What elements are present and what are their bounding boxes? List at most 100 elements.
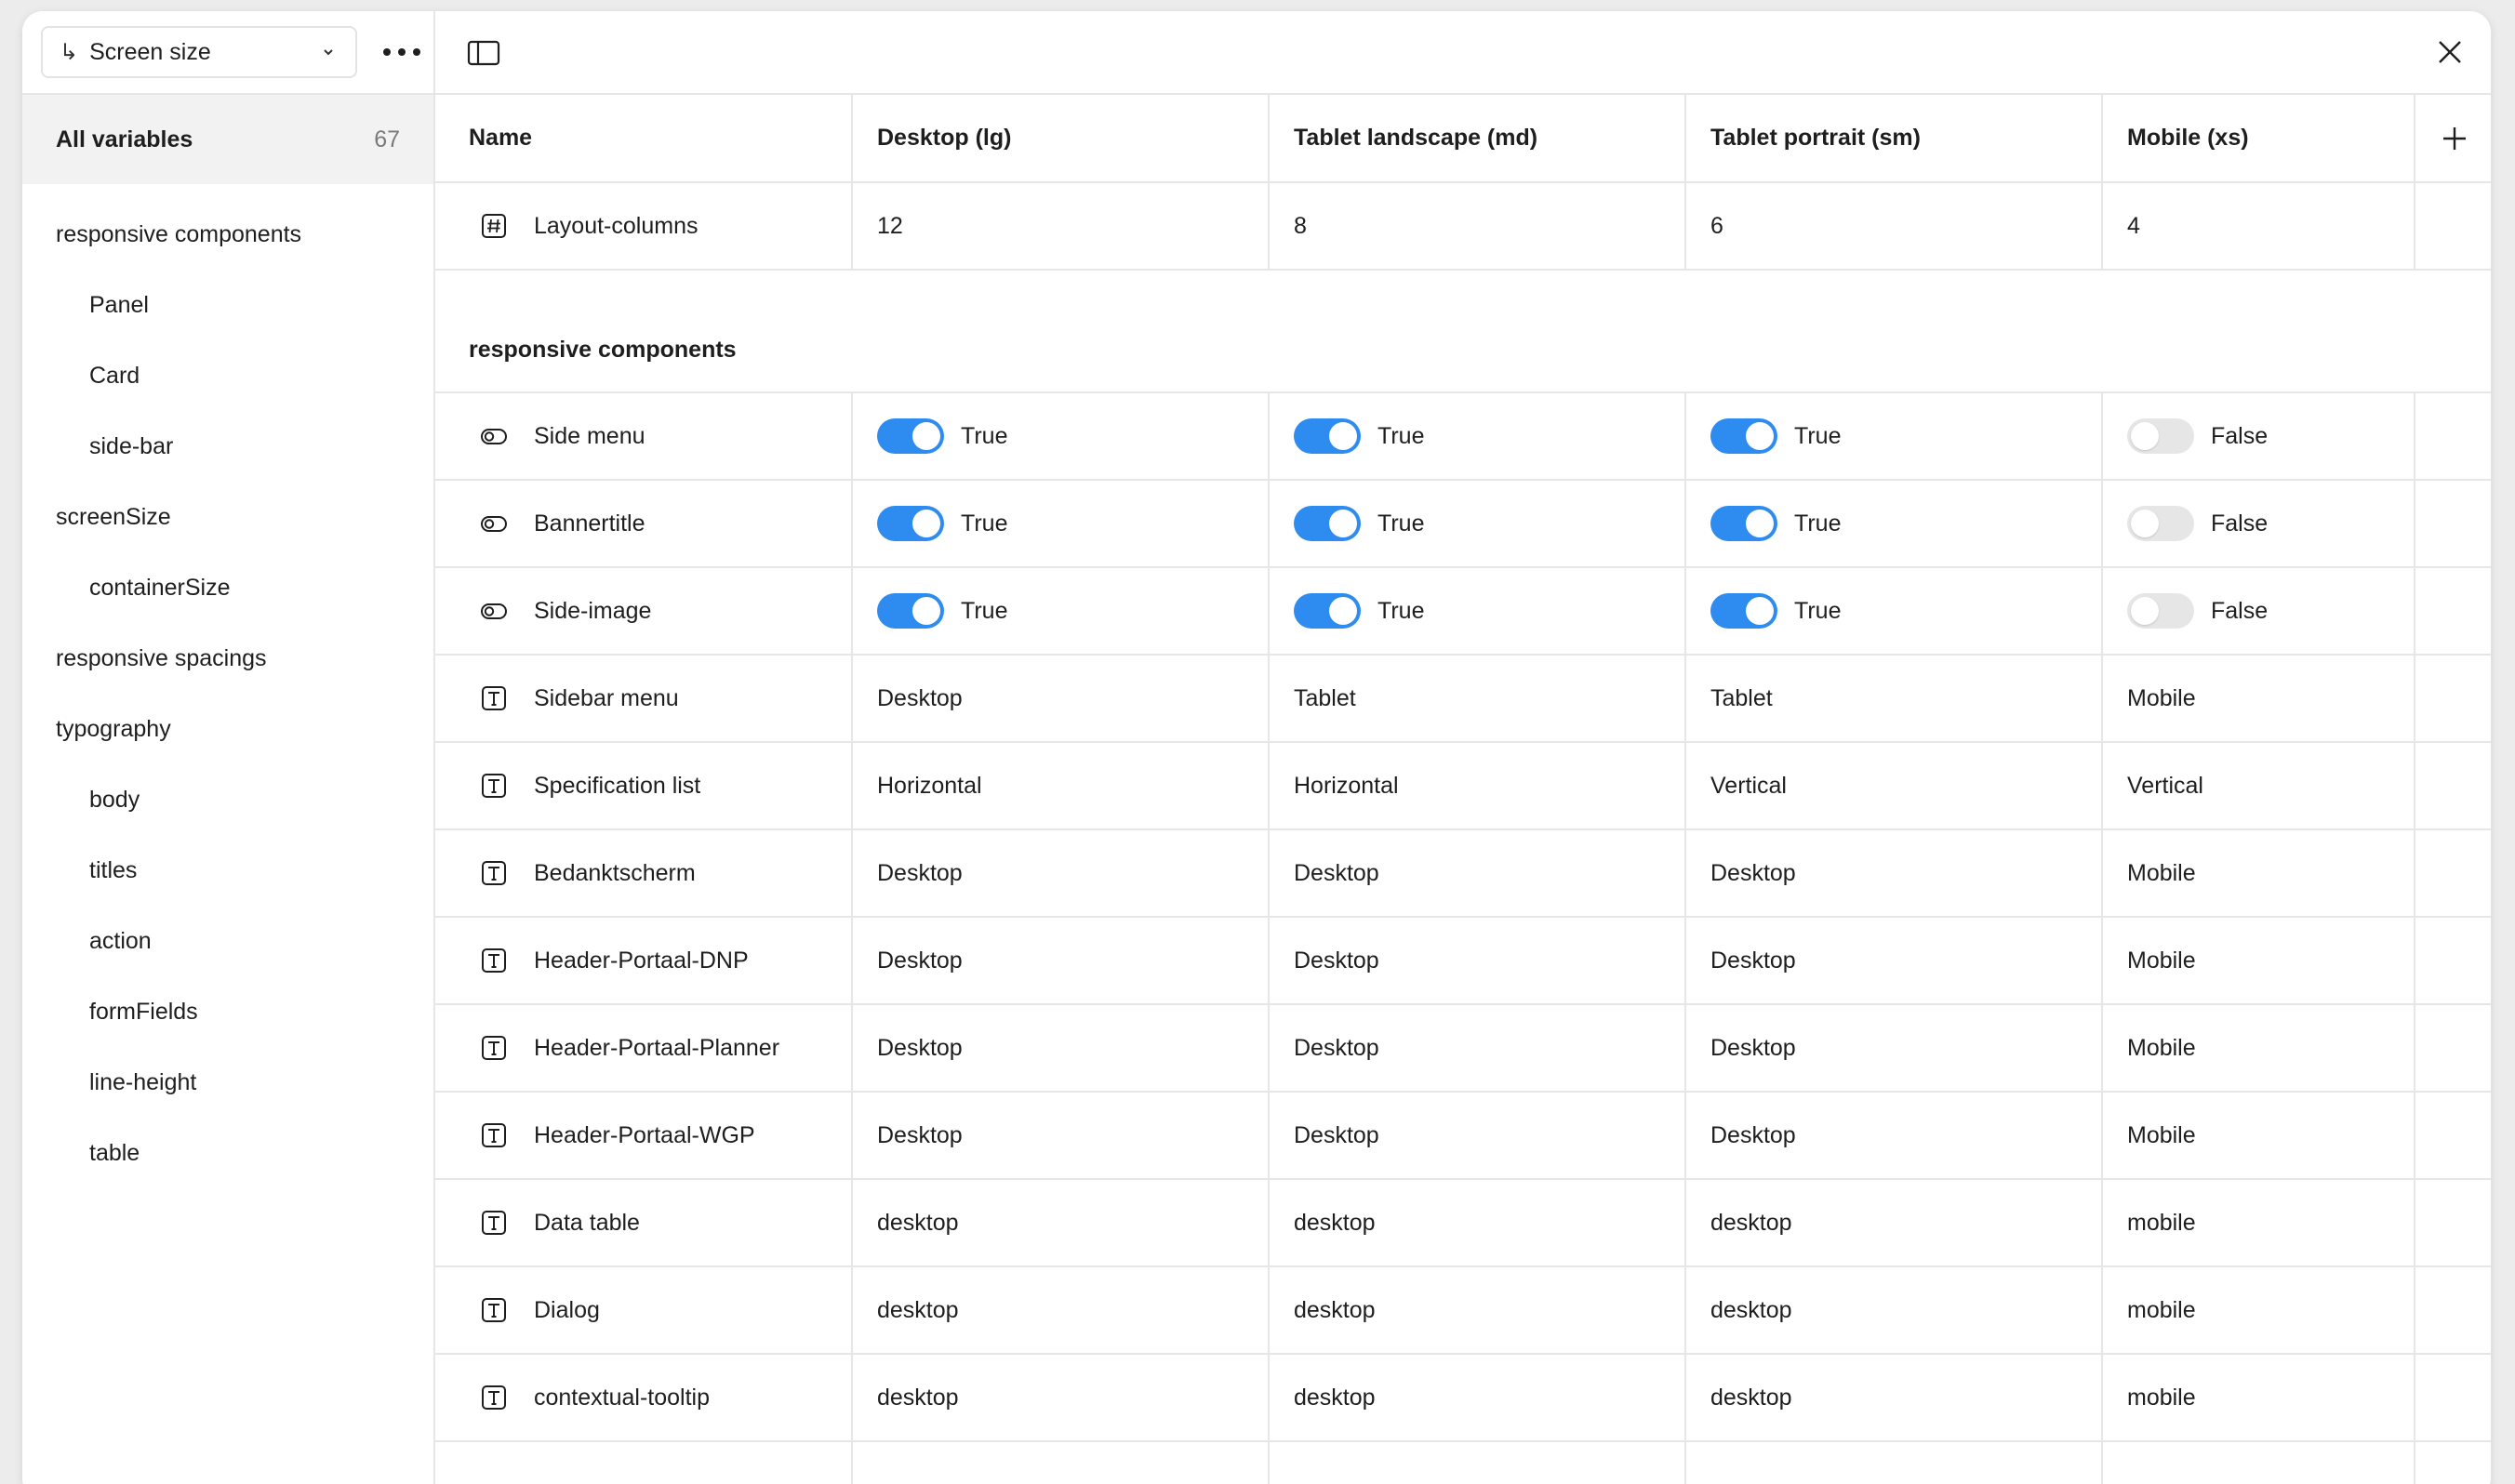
variable-value-cell[interactable]: True bbox=[1269, 567, 1686, 656]
variable-value-cell[interactable]: desktop bbox=[1685, 1179, 2103, 1267]
variable-name-cell[interactable]: Dialog bbox=[435, 1266, 853, 1355]
boolean-toggle[interactable] bbox=[1294, 593, 1361, 629]
boolean-toggle[interactable] bbox=[2127, 506, 2194, 541]
sidebar-group-item[interactable]: screenSize bbox=[22, 482, 433, 552]
column-header-name[interactable]: Name bbox=[435, 95, 853, 183]
variable-name-cell[interactable]: Layout-columns bbox=[435, 182, 853, 271]
all-variables-item[interactable]: All variables 67 bbox=[22, 95, 433, 184]
variable-value-cell[interactable]: Desktop bbox=[1685, 1004, 2103, 1093]
sidebar-group-item[interactable]: containerSize bbox=[22, 552, 433, 623]
variable-value-cell[interactable]: Desktop bbox=[1685, 1092, 2103, 1180]
variable-name-cell[interactable]: Sidebar menu bbox=[435, 655, 853, 743]
sidebar-group-item[interactable]: body bbox=[22, 764, 433, 835]
variable-value-cell[interactable] bbox=[1269, 1441, 1686, 1484]
variable-value-cell[interactable]: desktop bbox=[852, 1266, 1270, 1355]
variable-value-cell[interactable]: Mobile bbox=[2102, 1004, 2415, 1093]
boolean-toggle[interactable] bbox=[877, 418, 944, 454]
variable-value-cell[interactable]: desktop bbox=[1269, 1179, 1686, 1267]
variable-value-cell[interactable]: Desktop bbox=[852, 1004, 1270, 1093]
variable-name-cell[interactable]: Header-Portaal-WGP bbox=[435, 1092, 853, 1180]
column-header-desktop[interactable]: Desktop (lg) bbox=[852, 95, 1270, 183]
table-row[interactable]: Side menu True True True False bbox=[435, 392, 2491, 481]
variable-name-cell[interactable]: Bannertitle bbox=[435, 480, 853, 568]
table-row[interactable]: Sidebar menu Desktop Tablet Tablet Mobile bbox=[435, 655, 2491, 743]
variable-value-cell[interactable]: Desktop bbox=[852, 917, 1270, 1005]
sidebar-toggle-icon[interactable] bbox=[467, 39, 500, 67]
sidebar-group-item[interactable]: typography bbox=[22, 694, 433, 764]
variable-name-cell[interactable]: Specification list bbox=[435, 742, 853, 830]
variable-name-cell[interactable]: Side-image bbox=[435, 567, 853, 656]
variable-value-cell[interactable]: Horizontal bbox=[1269, 742, 1686, 830]
variable-value-cell[interactable]: Tablet bbox=[1685, 655, 2103, 743]
boolean-toggle[interactable] bbox=[877, 593, 944, 629]
sidebar-group-item[interactable]: line-height bbox=[22, 1047, 433, 1118]
variable-value-cell[interactable]: False bbox=[2102, 567, 2415, 656]
variable-value-cell[interactable]: Desktop bbox=[1269, 1092, 1686, 1180]
mode-select-dropdown[interactable]: ↳ Screen size bbox=[41, 26, 357, 78]
boolean-toggle[interactable] bbox=[2127, 418, 2194, 454]
boolean-toggle[interactable] bbox=[1710, 593, 1777, 629]
table-row[interactable]: Bedanktscherm Desktop Desktop Desktop Mobile bbox=[435, 829, 2491, 918]
variable-value-cell[interactable]: Desktop bbox=[852, 1092, 1270, 1180]
variable-value-cell[interactable]: desktop bbox=[852, 1354, 1270, 1442]
variable-value-cell[interactable]: Tablet bbox=[1269, 655, 1686, 743]
table-row[interactable]: Side-image True True True False bbox=[435, 567, 2491, 656]
variable-value-cell[interactable] bbox=[1685, 1441, 2103, 1484]
variable-value-cell[interactable]: True bbox=[1685, 567, 2103, 656]
more-options-icon[interactable] bbox=[383, 39, 420, 65]
variable-name-cell[interactable]: Side menu bbox=[435, 392, 853, 481]
variable-value-cell[interactable]: Horizontal bbox=[852, 742, 1270, 830]
variable-value-cell[interactable]: True bbox=[852, 392, 1270, 481]
variable-name-cell[interactable]: Data table bbox=[435, 1179, 853, 1267]
variable-name-cell[interactable] bbox=[435, 1441, 853, 1484]
boolean-toggle[interactable] bbox=[1294, 506, 1361, 541]
variable-name-cell[interactable]: Bedanktscherm bbox=[435, 829, 853, 918]
variable-value-cell[interactable]: Desktop bbox=[1269, 829, 1686, 918]
variable-value-cell[interactable]: True bbox=[852, 567, 1270, 656]
boolean-toggle[interactable] bbox=[1710, 506, 1777, 541]
variable-value-cell[interactable]: Vertical bbox=[1685, 742, 2103, 830]
sidebar-group-item[interactable]: Card bbox=[22, 340, 433, 411]
table-row[interactable]: Header-Portaal-WGP Desktop Desktop Desktop M… bbox=[435, 1092, 2491, 1180]
variable-value-cell[interactable]: desktop bbox=[1269, 1354, 1686, 1442]
variable-value-cell[interactable] bbox=[852, 1441, 1270, 1484]
variable-value-cell[interactable]: Desktop bbox=[852, 655, 1270, 743]
sidebar-group-item[interactable]: Panel bbox=[22, 270, 433, 340]
close-icon[interactable] bbox=[2435, 37, 2465, 67]
variable-value-cell[interactable]: True bbox=[1685, 392, 2103, 481]
variable-value-cell[interactable]: desktop bbox=[1269, 1266, 1686, 1355]
variable-value-cell[interactable]: mobile bbox=[2102, 1354, 2415, 1442]
variable-value-cell[interactable]: Mobile bbox=[2102, 829, 2415, 918]
variable-value-cell[interactable]: Desktop bbox=[1269, 1004, 1686, 1093]
sidebar-group-item[interactable]: side-bar bbox=[22, 411, 433, 482]
boolean-toggle[interactable] bbox=[1294, 418, 1361, 454]
boolean-toggle[interactable] bbox=[2127, 593, 2194, 629]
variable-value-cell[interactable]: Mobile bbox=[2102, 655, 2415, 743]
variable-value-cell[interactable]: mobile bbox=[2102, 1179, 2415, 1267]
variable-value-cell[interactable]: Desktop bbox=[1685, 829, 2103, 918]
table-row[interactable] bbox=[435, 1441, 2491, 1484]
sidebar-group-item[interactable]: table bbox=[22, 1118, 433, 1188]
table-row[interactable]: Header-Portaal-DNP Desktop Desktop Desktop M… bbox=[435, 917, 2491, 1005]
variable-value-cell[interactable]: desktop bbox=[1685, 1354, 2103, 1442]
variable-value-cell[interactable]: Desktop bbox=[852, 829, 1270, 918]
variable-value-cell[interactable]: True bbox=[1269, 480, 1686, 568]
variable-name-cell[interactable]: contextual-tooltip bbox=[435, 1354, 853, 1442]
variable-value-cell[interactable]: True bbox=[852, 480, 1270, 568]
table-row[interactable]: Header-Portaal-Planner Desktop Desktop Desk… bbox=[435, 1004, 2491, 1093]
variable-value-cell[interactable]: desktop bbox=[852, 1179, 1270, 1267]
column-header-mobile[interactable]: Mobile (xs) bbox=[2102, 95, 2415, 183]
column-header-tablet-landscape[interactable]: Tablet landscape (md) bbox=[1269, 95, 1686, 183]
variable-value-cell[interactable]: True bbox=[1685, 480, 2103, 568]
sidebar-group-item[interactable]: responsive components bbox=[22, 199, 433, 270]
variable-value-cell[interactable]: 8 bbox=[1269, 182, 1686, 271]
table-row[interactable]: Data table desktop desktop desktop mobile bbox=[435, 1179, 2491, 1267]
table-row[interactable]: Specification list Horizontal Horizontal Ve… bbox=[435, 742, 2491, 830]
variable-value-cell[interactable]: 12 bbox=[852, 182, 1270, 271]
sidebar-group-item[interactable]: responsive spacings bbox=[22, 623, 433, 694]
variable-value-cell[interactable]: desktop bbox=[1685, 1266, 2103, 1355]
variable-value-cell[interactable]: Desktop bbox=[1269, 917, 1686, 1005]
table-row[interactable]: contextual-tooltip desktop desktop desktop m… bbox=[435, 1354, 2491, 1442]
variable-name-cell[interactable]: Header-Portaal-Planner bbox=[435, 1004, 853, 1093]
table-row[interactable]: Bannertitle True True True False bbox=[435, 480, 2491, 568]
